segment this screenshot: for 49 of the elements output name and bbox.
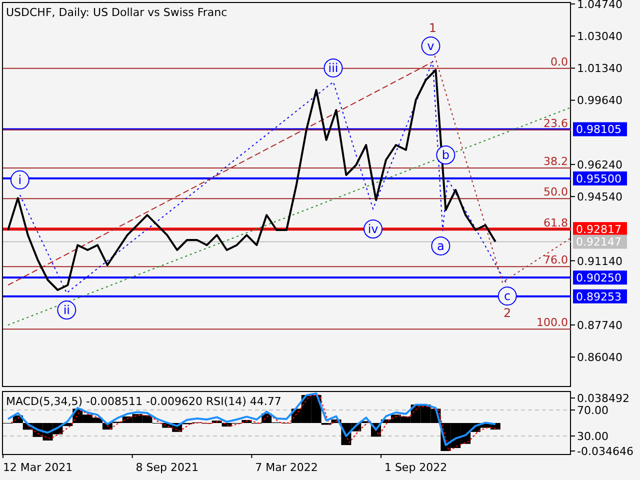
price-tag: 0.92817 bbox=[573, 222, 627, 236]
time-axis-label: 8 Sep 2021 bbox=[136, 461, 198, 474]
fibonacci-level-label: 100.0 bbox=[536, 316, 568, 330]
macd-bar bbox=[450, 423, 461, 448]
price-tag: 0.92147 bbox=[573, 234, 627, 249]
fibonacci-level-label: 23.6 bbox=[544, 116, 568, 130]
wave-label: iv bbox=[364, 220, 383, 239]
price-axis-label: 0.86040 bbox=[577, 351, 622, 364]
price-axis-label: 0.87740 bbox=[577, 318, 622, 332]
wave-label: v bbox=[421, 36, 440, 56]
indicator-axis-label: -0.034646 bbox=[577, 445, 634, 458]
indicator-label: MACD(5,34,5) -0.008511 -0.009620 RSI(14) 44.77 bbox=[6, 395, 282, 408]
time-axis-label: 7 Mar 2022 bbox=[255, 461, 318, 474]
wave-label: ii bbox=[57, 300, 76, 320]
ref-line-label: 0.90250 bbox=[576, 272, 622, 285]
ref-line-label: 0.95500 bbox=[576, 172, 622, 186]
ref-line-label: 0.92817 bbox=[576, 223, 622, 236]
wave-label: i bbox=[10, 170, 30, 190]
wave-label: 1 bbox=[428, 20, 437, 35]
price-axis-label: 0.94540 bbox=[577, 190, 622, 204]
wave-label: b bbox=[436, 146, 456, 164]
time-axis-label: 1 Sep 2022 bbox=[384, 461, 448, 474]
ref-line-label: 0.98105 bbox=[576, 123, 622, 136]
fibonacci-level-label: 38.2 bbox=[544, 155, 568, 168]
wave-label: c bbox=[498, 286, 517, 306]
price-axis-label: 1.03040 bbox=[577, 30, 622, 44]
price-axis-label: 0.99640 bbox=[577, 94, 622, 108]
fibonacci-level-label: 76.0 bbox=[544, 254, 568, 267]
price-axis-label: 1.01340 bbox=[577, 62, 622, 76]
indicator-axis-label: 30.00 bbox=[577, 430, 608, 443]
fibonacci-level-label: 61.8 bbox=[544, 216, 568, 230]
wave-label: a bbox=[431, 236, 450, 256]
wave-label: 2 bbox=[504, 306, 512, 320]
price-axis-label: 0.91140 bbox=[577, 254, 622, 268]
price-tag: 0.90250 bbox=[573, 270, 627, 285]
fibonacci-level-label: 50.0 bbox=[544, 186, 568, 199]
price-tag: 0.89253 bbox=[573, 289, 627, 304]
indicator-axis-label: 0.038492 bbox=[577, 392, 630, 405]
price-tag: 0.98105 bbox=[573, 122, 627, 136]
chart-title: USDCHF, Daily: US Dollar vs Swiss Franc bbox=[6, 6, 228, 19]
price-axis-label: 0.96240 bbox=[577, 158, 622, 172]
wave-label: iii bbox=[324, 58, 343, 78]
price-tag: 0.95500 bbox=[573, 171, 627, 186]
fibonacci-level-label: 0.0 bbox=[550, 55, 568, 68]
ref-line-label: 0.89253 bbox=[576, 290, 622, 304]
ref-line-label: 0.92147 bbox=[576, 236, 622, 249]
time-axis-label: 12 Mar 2021 bbox=[2, 461, 73, 474]
indicator-axis-label: 70.00 bbox=[577, 404, 608, 417]
price-axis-label: 1.04740 bbox=[577, 0, 622, 11]
